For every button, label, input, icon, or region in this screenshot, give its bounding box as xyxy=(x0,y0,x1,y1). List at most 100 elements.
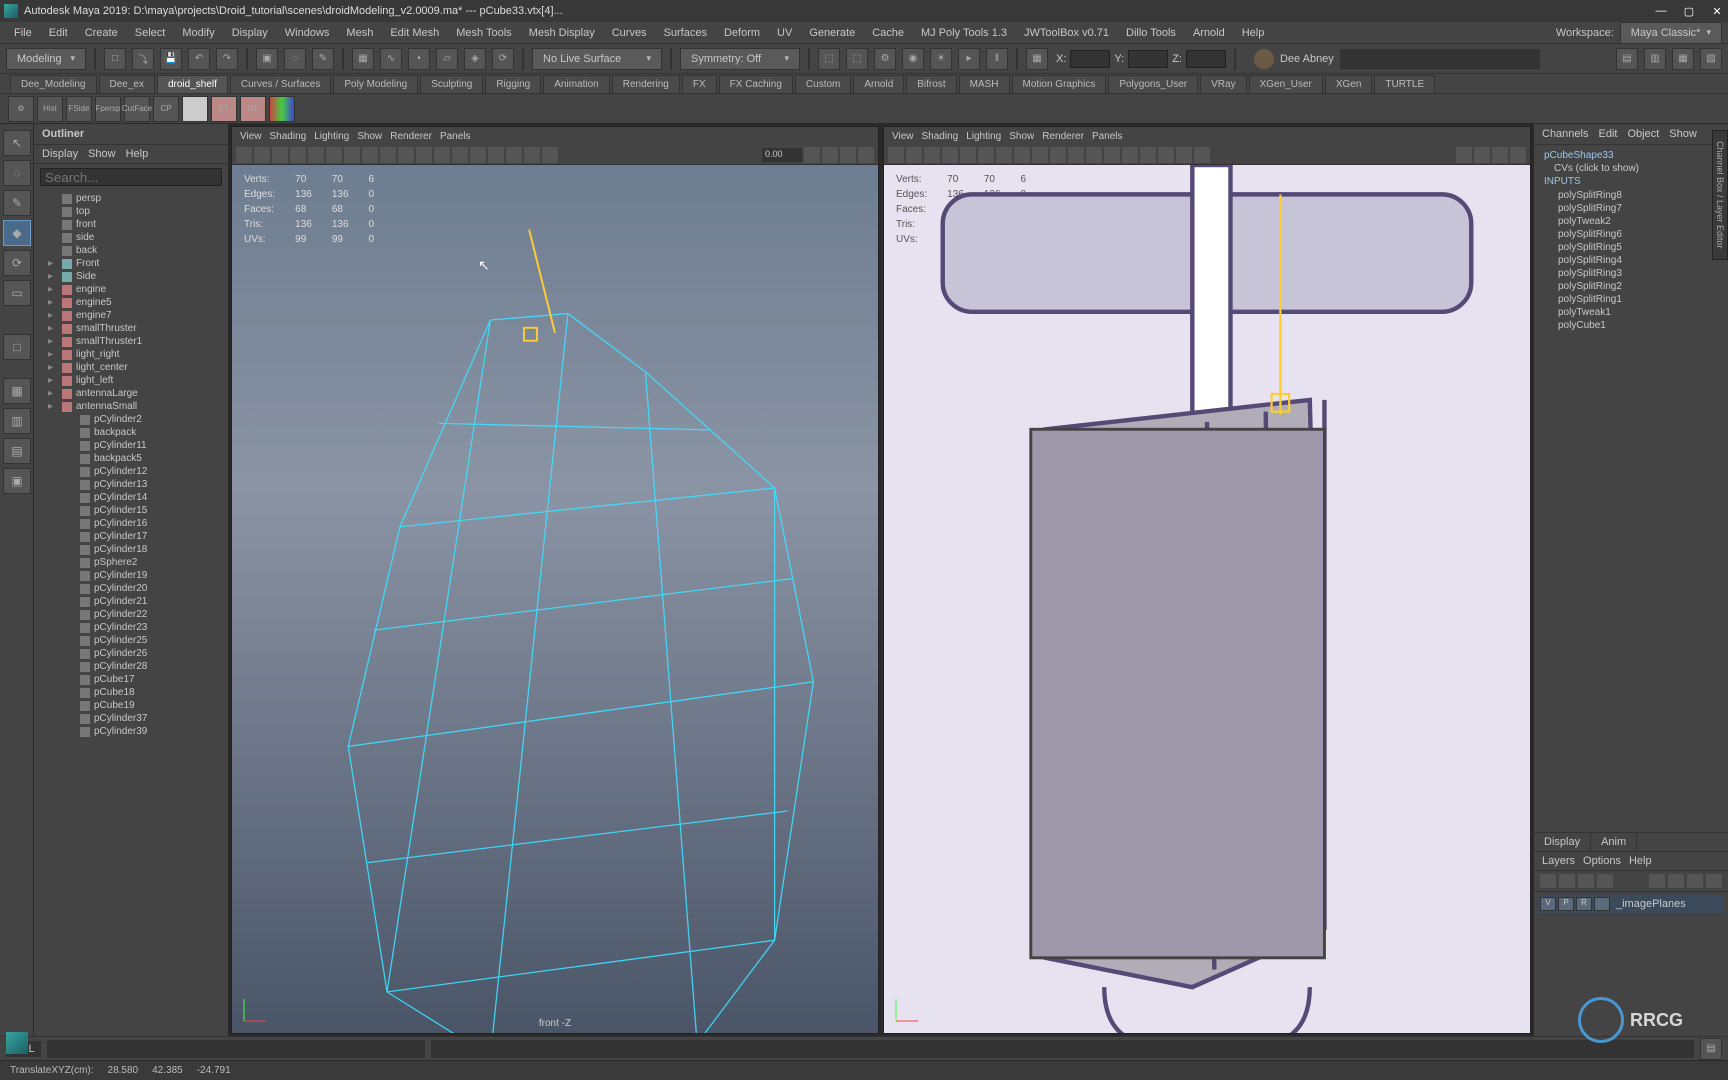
vp-tool-icon[interactable] xyxy=(488,147,504,163)
search-field[interactable] xyxy=(1340,49,1540,69)
vp-menu-panels[interactable]: Panels xyxy=(1092,131,1123,142)
shelf-tab[interactable]: Custom xyxy=(795,75,851,93)
pause-icon[interactable]: ‖ xyxy=(986,48,1008,70)
layer-icon[interactable] xyxy=(1540,874,1556,888)
outliner-item[interactable]: ▸light_left xyxy=(34,374,228,387)
menu-modify[interactable]: Modify xyxy=(174,25,222,41)
vp-tool-icon[interactable] xyxy=(1474,147,1490,163)
vp-tool-icon[interactable] xyxy=(1032,147,1048,163)
outliner-menu-help[interactable]: Help xyxy=(126,148,149,160)
snap-curve-icon[interactable]: ∿ xyxy=(380,48,402,70)
outliner-item[interactable]: pCylinder12 xyxy=(34,465,228,478)
outliner-item[interactable]: side xyxy=(34,231,228,244)
symmetry-dropdown[interactable]: Symmetry: Off xyxy=(680,48,800,70)
outliner-item[interactable]: pCylinder14 xyxy=(34,491,228,504)
avatar-icon[interactable] xyxy=(1254,49,1274,69)
layer-color-swatch[interactable] xyxy=(1594,897,1610,911)
toggle-attr-icon[interactable]: ▦ xyxy=(1672,48,1694,70)
layer-icon[interactable] xyxy=(1706,874,1722,888)
menu-generate[interactable]: Generate xyxy=(801,25,863,41)
vp-tool-icon[interactable] xyxy=(1140,147,1156,163)
new-scene-icon[interactable]: □ xyxy=(104,48,126,70)
vp-menu-renderer[interactable]: Renderer xyxy=(1042,131,1084,142)
outliner-item[interactable]: pCube19 xyxy=(34,699,228,712)
cb-shape-name[interactable]: pCubeShape33 xyxy=(1540,149,1722,162)
layer-menu-help[interactable]: Help xyxy=(1629,855,1652,867)
layer-row[interactable]: V P R _imagePlanes xyxy=(1538,895,1724,913)
vp-tool-icon[interactable] xyxy=(470,147,486,163)
menu-mjpolytools[interactable]: MJ Poly Tools 1.3 xyxy=(913,25,1015,41)
vp-tool-icon[interactable] xyxy=(326,147,342,163)
y-input[interactable] xyxy=(1128,50,1168,68)
menu-deform[interactable]: Deform xyxy=(716,25,768,41)
layout-persp-icon[interactable]: ▣ xyxy=(3,468,31,494)
redo-icon[interactable]: ↷ xyxy=(216,48,238,70)
render-icon[interactable]: ⬚ xyxy=(818,48,840,70)
menu-surfaces[interactable]: Surfaces xyxy=(656,25,715,41)
outliner-item[interactable]: ▸engine5 xyxy=(34,296,228,309)
vp-tool-icon[interactable] xyxy=(906,147,922,163)
vp-tool-icon[interactable] xyxy=(1510,147,1526,163)
undo-icon[interactable]: ↶ xyxy=(188,48,210,70)
outliner-item[interactable]: back xyxy=(34,244,228,257)
cb-input-node[interactable]: polySplitRing7 xyxy=(1544,202,1718,215)
shelf-tab[interactable]: XGen xyxy=(1325,75,1373,93)
outliner-item[interactable]: ▸smallThruster xyxy=(34,322,228,335)
channelbox-side-tab[interactable]: Channel Box / Layer Editor xyxy=(1712,130,1728,260)
cb-input-node[interactable]: polySplitRing1 xyxy=(1544,293,1718,306)
vp-menu-lighting[interactable]: Lighting xyxy=(314,131,349,142)
menu-uv[interactable]: UV xyxy=(769,25,800,41)
vp-tool-icon[interactable] xyxy=(362,147,378,163)
vp-tool-icon[interactable] xyxy=(804,147,820,163)
layout-single-icon[interactable]: □ xyxy=(3,334,31,360)
workspace-dropdown[interactable]: Maya Classic* xyxy=(1620,22,1722,44)
outliner-item[interactable]: persp xyxy=(34,192,228,205)
outliner-item[interactable]: ▸Front xyxy=(34,257,228,270)
snap-toggle-icon[interactable]: ⟳ xyxy=(492,48,514,70)
z-input[interactable] xyxy=(1186,50,1226,68)
cb-input-node[interactable]: polySplitRing2 xyxy=(1544,280,1718,293)
menu-mesh-display[interactable]: Mesh Display xyxy=(521,25,603,41)
outliner-menu-show[interactable]: Show xyxy=(88,148,116,160)
shelf-tab[interactable]: FX Caching xyxy=(719,75,793,93)
menu-cache[interactable]: Cache xyxy=(864,25,912,41)
lasso-tool-icon[interactable]: ◌ xyxy=(3,160,31,186)
vp-menu-show[interactable]: Show xyxy=(1009,131,1034,142)
layout-two-icon[interactable]: ▥ xyxy=(3,408,31,434)
outliner-item[interactable]: pCylinder26 xyxy=(34,647,228,660)
layer-vis-toggle[interactable]: V xyxy=(1540,897,1556,911)
shelf-tab[interactable]: Bifrost xyxy=(906,75,956,93)
outliner-item[interactable]: ▸Side xyxy=(34,270,228,283)
open-scene-icon[interactable]: ⤵ xyxy=(132,48,154,70)
vp-menu-view[interactable]: View xyxy=(892,131,914,142)
layer-tab-display[interactable]: Display xyxy=(1534,833,1591,851)
outliner-item[interactable]: pCylinder2 xyxy=(34,413,228,426)
outliner-item[interactable]: pCylinder21 xyxy=(34,595,228,608)
vp-tool-icon[interactable] xyxy=(1122,147,1138,163)
panel-layout-icon[interactable]: ▦ xyxy=(1026,48,1048,70)
shelf-item[interactable]: Hist xyxy=(37,96,63,122)
vp-menu-renderer[interactable]: Renderer xyxy=(390,131,432,142)
layer-ref-toggle[interactable]: R xyxy=(1576,897,1592,911)
snap-grid-icon[interactable]: ▦ xyxy=(352,48,374,70)
cb-cvs[interactable]: CVs (click to show) xyxy=(1540,162,1722,175)
outliner-item[interactable]: pCylinder25 xyxy=(34,634,228,647)
cb-input-node[interactable]: polySplitRing6 xyxy=(1544,228,1718,241)
shelf-item[interactable]: CutFace xyxy=(124,96,150,122)
cb-input-node[interactable]: polyTweak1 xyxy=(1544,306,1718,319)
vp-tool-icon[interactable] xyxy=(978,147,994,163)
render-settings-icon[interactable]: ⚙ xyxy=(874,48,896,70)
outliner-menu-display[interactable]: Display xyxy=(42,148,78,160)
cb-input-node[interactable]: polySplitRing5 xyxy=(1544,241,1718,254)
layer-name[interactable]: _imagePlanes xyxy=(1612,898,1722,910)
outliner-search-input[interactable] xyxy=(40,168,222,186)
vp-menu-panels[interactable]: Panels xyxy=(440,131,471,142)
shelf-item[interactable]: Fpersp xyxy=(95,96,121,122)
menu-select[interactable]: Select xyxy=(127,25,174,41)
shelf-tab[interactable]: Polygons_User xyxy=(1108,75,1198,93)
menu-mesh[interactable]: Mesh xyxy=(338,25,381,41)
outliner-item[interactable]: ▸light_center xyxy=(34,361,228,374)
snap-live-icon[interactable]: ◈ xyxy=(464,48,486,70)
menu-edit-mesh[interactable]: Edit Mesh xyxy=(382,25,447,41)
vp-tool-icon[interactable] xyxy=(308,147,324,163)
